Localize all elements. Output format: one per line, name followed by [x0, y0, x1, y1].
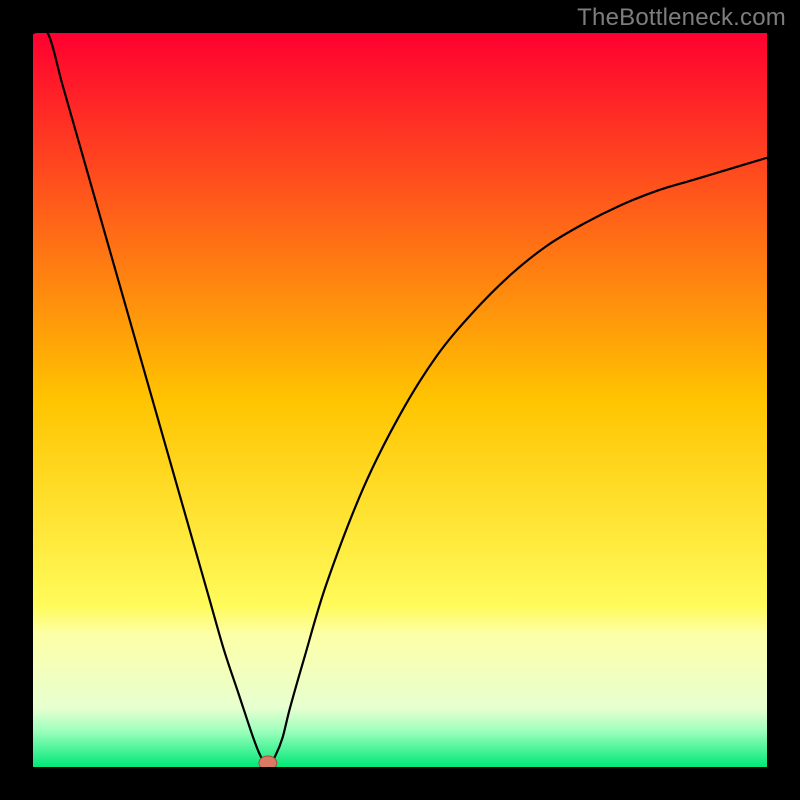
gradient-background	[33, 33, 767, 767]
optimal-point-marker	[259, 756, 277, 767]
chart-frame: TheBottleneck.com	[0, 0, 800, 800]
bottleneck-chart	[33, 33, 767, 767]
watermark-text: TheBottleneck.com	[577, 4, 786, 32]
